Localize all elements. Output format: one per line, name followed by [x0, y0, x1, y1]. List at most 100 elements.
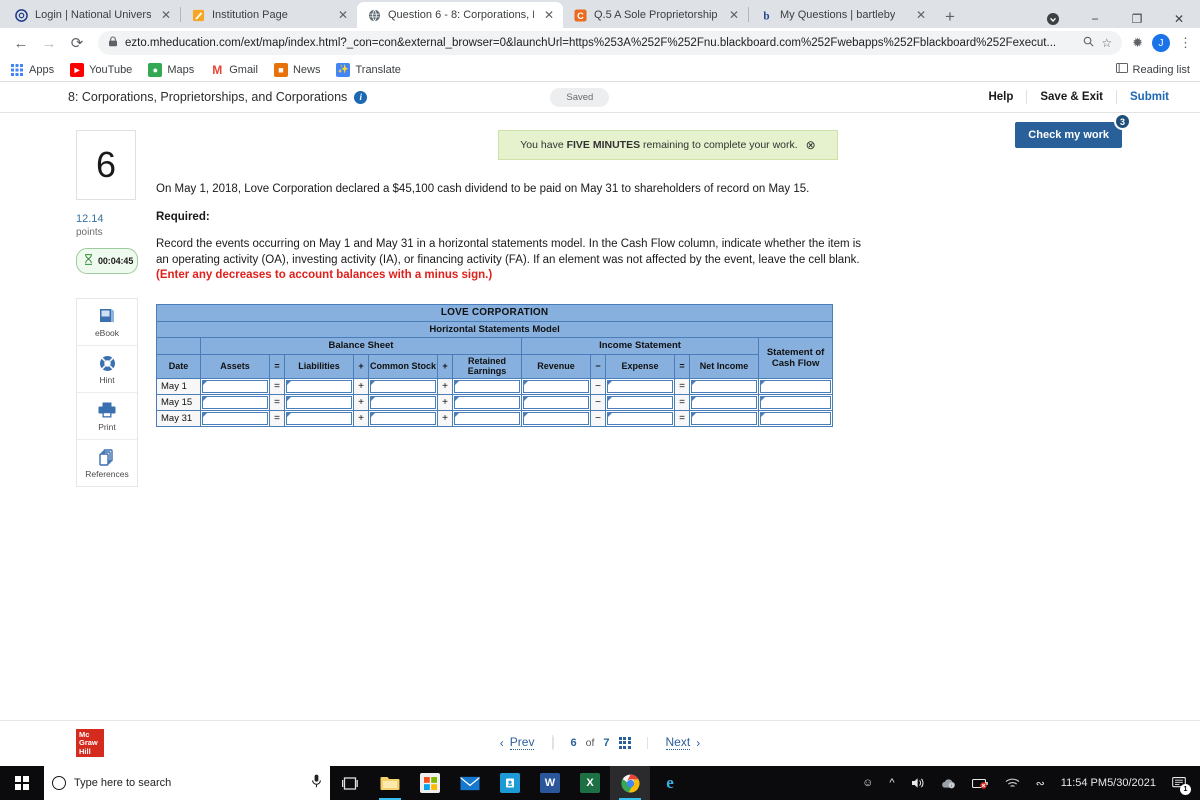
- bookmark-youtube[interactable]: ► YouTube: [70, 62, 132, 77]
- tool-print[interactable]: Print: [77, 393, 137, 440]
- input-cash-flow[interactable]: [760, 395, 832, 409]
- task-view-button[interactable]: [330, 766, 370, 800]
- maximize-button[interactable]: ❐: [1116, 12, 1158, 26]
- input-expense[interactable]: [607, 395, 673, 409]
- tab-close-icon[interactable]: ✕: [726, 9, 742, 21]
- tab-close-icon[interactable]: ✕: [913, 9, 929, 21]
- tab-close-icon[interactable]: ✕: [158, 9, 174, 21]
- avatar[interactable]: J: [1152, 34, 1170, 52]
- input-net-income[interactable]: [691, 379, 757, 393]
- input-revenue[interactable]: [523, 411, 589, 425]
- input-common-stock[interactable]: [370, 379, 436, 393]
- tool-hint[interactable]: Hint: [77, 346, 137, 393]
- input-net-income[interactable]: [691, 395, 757, 409]
- input-cash-flow[interactable]: [760, 379, 832, 393]
- input-retained-earnings[interactable]: [454, 379, 520, 393]
- cell-expense[interactable]: [605, 377, 675, 395]
- input-expense[interactable]: [607, 411, 673, 425]
- chrome-button[interactable]: [610, 766, 650, 800]
- search-in-page-icon[interactable]: [1083, 34, 1094, 52]
- cell-expense[interactable]: [605, 409, 675, 427]
- reading-list-button[interactable]: Reading list: [1115, 62, 1190, 77]
- cell-retained-earnings[interactable]: [452, 377, 522, 395]
- input-liabilities[interactable]: [286, 411, 352, 425]
- input-common-stock[interactable]: [370, 411, 436, 425]
- extensions-icon[interactable]: ✹: [1132, 35, 1143, 51]
- cell-net-income[interactable]: [689, 409, 759, 427]
- microsoft-store-button[interactable]: [410, 766, 450, 800]
- browser-tab-0[interactable]: Login | National University ✕: [4, 2, 180, 28]
- close-window-button[interactable]: ✕: [1158, 12, 1200, 26]
- cell-cash-flow[interactable]: [757, 393, 834, 411]
- wifi-icon[interactable]: [997, 778, 1028, 789]
- cell-net-income[interactable]: [689, 393, 759, 411]
- info-icon[interactable]: i: [354, 90, 368, 104]
- cell-net-income[interactable]: [689, 377, 759, 395]
- volume-icon[interactable]: [903, 777, 933, 789]
- cell-assets[interactable]: [200, 377, 270, 395]
- tool-ebook[interactable]: eBook: [77, 299, 137, 346]
- forward-button[interactable]: →: [36, 30, 62, 56]
- input-net-income[interactable]: [691, 411, 757, 425]
- tab-close-icon[interactable]: ✕: [541, 9, 557, 21]
- cell-retained-earnings[interactable]: [452, 393, 522, 411]
- cell-common-stock[interactable]: [368, 409, 438, 427]
- browser-tab-4[interactable]: b My Questions | bartleby ✕: [749, 2, 935, 28]
- edge-button[interactable]: e: [650, 766, 690, 800]
- input-assets[interactable]: [202, 379, 268, 393]
- close-icon[interactable]: ⊗: [806, 139, 816, 151]
- reload-button[interactable]: ⟳: [64, 30, 90, 56]
- onedrive-tray-icon[interactable]: i: [933, 778, 964, 789]
- prev-button[interactable]: ‹ Prev: [482, 735, 554, 750]
- next-button[interactable]: Next ›: [648, 735, 719, 750]
- cell-revenue[interactable]: [521, 393, 591, 411]
- back-button[interactable]: ←: [8, 30, 34, 56]
- input-revenue[interactable]: [523, 379, 589, 393]
- notification-center-button[interactable]: 1: [1164, 766, 1194, 800]
- input-common-stock[interactable]: [370, 395, 436, 409]
- people-icon[interactable]: ☺: [854, 777, 881, 789]
- cell-expense[interactable]: [605, 393, 675, 411]
- minimize-button[interactable]: −: [1074, 12, 1116, 26]
- taskbar-search[interactable]: Type here to search: [44, 766, 330, 800]
- new-tab-button[interactable]: +: [935, 8, 965, 25]
- input-assets[interactable]: [202, 411, 268, 425]
- bookmark-translate[interactable]: ✨ Translate: [336, 62, 401, 77]
- cell-cash-flow[interactable]: [757, 409, 834, 427]
- browser-tab-3[interactable]: C Q.5 A Sole Proprietorship Was S ✕: [563, 2, 748, 28]
- input-retained-earnings[interactable]: [454, 411, 520, 425]
- input-liabilities[interactable]: [286, 379, 352, 393]
- input-revenue[interactable]: [523, 395, 589, 409]
- help-button[interactable]: Help: [975, 90, 1026, 104]
- chrome-update-icon[interactable]: [1032, 11, 1074, 26]
- bookmark-news[interactable]: ■ News: [273, 62, 320, 77]
- address-bar[interactable]: ezto.mheducation.com/ext/map/index.html?…: [98, 31, 1123, 55]
- grid-view-icon[interactable]: [618, 736, 631, 749]
- microphone-icon[interactable]: [311, 774, 322, 793]
- input-expense[interactable]: [607, 379, 673, 393]
- cell-assets[interactable]: [200, 409, 270, 427]
- cell-assets[interactable]: [200, 393, 270, 411]
- bookmark-star-icon[interactable]: ☆: [1101, 36, 1112, 50]
- cell-liabilities[interactable]: [284, 393, 354, 411]
- network-icon[interactable]: ∾: [1028, 777, 1053, 790]
- cell-common-stock[interactable]: [368, 377, 438, 395]
- cell-retained-earnings[interactable]: [452, 409, 522, 427]
- tool-references[interactable]: References: [77, 440, 137, 486]
- file-explorer-button[interactable]: [370, 766, 410, 800]
- mail-button[interactable]: [450, 766, 490, 800]
- bookmark-gmail[interactable]: M Gmail: [210, 63, 258, 77]
- show-hidden-icons-chevron[interactable]: ^: [881, 777, 902, 789]
- browser-tab-1[interactable]: Institution Page ✕: [181, 2, 357, 28]
- save-and-exit-button[interactable]: Save & Exit: [1026, 90, 1116, 104]
- battery-error-icon[interactable]: [964, 778, 997, 789]
- excel-button[interactable]: X: [570, 766, 610, 800]
- search-input[interactable]: Type here to search: [74, 777, 303, 789]
- input-assets[interactable]: [202, 395, 268, 409]
- cell-revenue[interactable]: [521, 377, 591, 395]
- input-liabilities[interactable]: [286, 395, 352, 409]
- bookmark-apps[interactable]: Apps: [10, 63, 54, 77]
- word-button[interactable]: W: [530, 766, 570, 800]
- bookmark-maps[interactable]: ● Maps: [148, 62, 194, 77]
- cell-liabilities[interactable]: [284, 409, 354, 427]
